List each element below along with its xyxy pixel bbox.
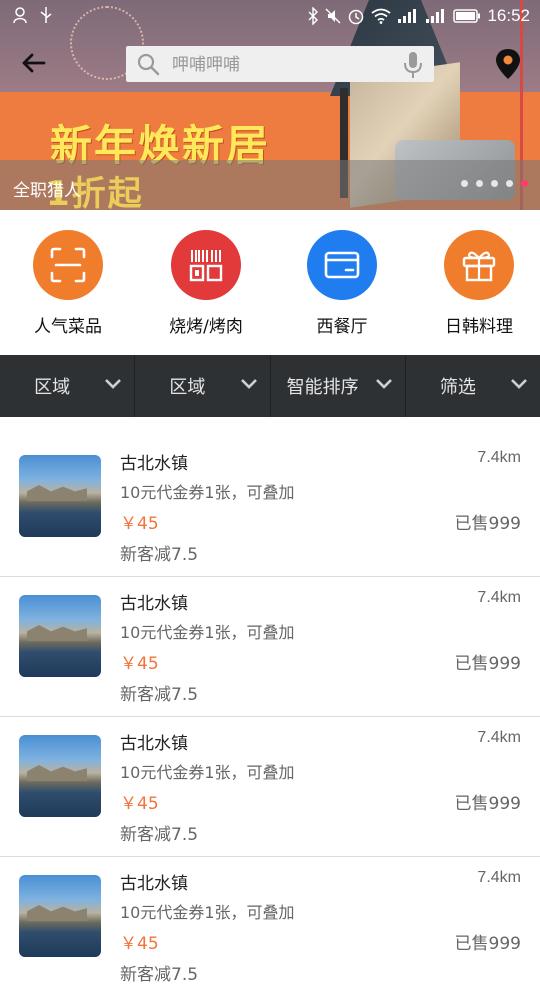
- status-bar: 16:52: [0, 0, 540, 32]
- item-price: ￥45: [120, 934, 159, 954]
- banner-dot[interactable]: [476, 180, 483, 187]
- battery-icon: [453, 9, 481, 23]
- item-distance: 7.4km: [477, 589, 521, 606]
- filter-label: 区域: [34, 377, 71, 398]
- back-arrow-icon[interactable]: [18, 48, 50, 78]
- filter-area-1[interactable]: 区域: [0, 355, 136, 417]
- barcode-icon: [171, 230, 241, 300]
- category-grid: 人气菜品 烧烤/烤肉 西餐厅 日韩料理: [0, 210, 540, 355]
- item-title: 古北水镇: [120, 734, 188, 754]
- banner-caption: 全职猎人: [13, 181, 81, 201]
- microphone-icon[interactable]: [402, 51, 424, 79]
- search-bar[interactable]: [126, 46, 434, 82]
- banner-dot[interactable]: [461, 180, 468, 187]
- search-icon: [137, 53, 160, 76]
- category-label: 日韩料理: [445, 317, 513, 337]
- item-distance: 7.4km: [477, 869, 521, 886]
- signal-icon-2: [426, 9, 445, 23]
- banner-dot[interactable]: [506, 180, 513, 187]
- list-item[interactable]: 古北水镇 10元代金券1张，可叠加 ￥45 新客减7.5 7.4km 已售999: [0, 437, 540, 577]
- item-title: 古北水镇: [120, 594, 188, 614]
- item-new-customer-discount: 新客减7.5: [120, 825, 199, 845]
- item-sold-count: 已售999: [454, 514, 521, 534]
- item-sold-count: 已售999: [454, 794, 521, 814]
- item-price: ￥45: [120, 654, 159, 674]
- category-label: 烧烤/烤肉: [169, 317, 243, 337]
- item-sold-count: 已售999: [454, 654, 521, 674]
- item-price: ￥45: [120, 794, 159, 814]
- filter-label: 区域: [169, 377, 206, 398]
- filter-filter[interactable]: 筛选: [406, 355, 540, 417]
- item-description: 10元代金券1张，可叠加: [120, 903, 295, 922]
- filter-label: 筛选: [439, 377, 476, 398]
- item-title: 古北水镇: [120, 454, 188, 474]
- category-bbq[interactable]: 烧烤/烤肉: [146, 230, 266, 337]
- card-icon: [307, 230, 377, 300]
- list-item[interactable]: 古北水镇 10元代金券1张，可叠加 ￥45 新客减7.5 7.4km 已售999: [0, 857, 540, 996]
- filter-label: 智能排序: [286, 377, 359, 398]
- item-description: 10元代金券1张，可叠加: [120, 763, 295, 782]
- filter-area-2[interactable]: 区域: [135, 355, 271, 417]
- filter-bar: 区域 区域 智能排序 筛选: [0, 355, 540, 417]
- item-distance: 7.4km: [477, 449, 521, 466]
- location-pin-icon[interactable]: [494, 48, 522, 80]
- item-new-customer-discount: 新客减7.5: [120, 685, 199, 705]
- bluetooth-icon: [308, 7, 319, 25]
- category-western[interactable]: 西餐厅: [282, 230, 402, 337]
- chevron-down-icon: [105, 379, 122, 389]
- filter-smart-sort[interactable]: 智能排序: [271, 355, 406, 417]
- deal-list: 古北水镇 10元代金券1张，可叠加 ￥45 新客减7.5 7.4km 已售999…: [0, 437, 540, 996]
- contact-notification-icon: [13, 7, 27, 24]
- signal-icon: [398, 9, 417, 23]
- chevron-down-icon: [240, 379, 257, 389]
- item-new-customer-discount: 新客减7.5: [120, 965, 199, 985]
- item-thumbnail: [19, 735, 101, 817]
- item-description: 10元代金券1张，可叠加: [120, 623, 295, 642]
- mute-icon: [325, 8, 341, 24]
- list-item[interactable]: 古北水镇 10元代金券1张，可叠加 ￥45 新客减7.5 7.4km 已售999: [0, 717, 540, 857]
- wifi-icon: [371, 8, 392, 24]
- scan-icon: [33, 230, 103, 300]
- status-time: 16:52: [487, 6, 530, 25]
- banner-dot[interactable]: [491, 180, 498, 187]
- item-thumbnail: [19, 875, 101, 957]
- list-item[interactable]: 古北水镇 10元代金券1张，可叠加 ￥45 新客减7.5 7.4km 已售999: [0, 577, 540, 717]
- category-popular-dishes[interactable]: 人气菜品: [8, 230, 128, 337]
- alarm-icon: [349, 9, 364, 25]
- category-label: 西餐厅: [316, 317, 368, 337]
- chevron-down-icon: [511, 379, 527, 389]
- category-label: 人气菜品: [34, 317, 102, 337]
- item-thumbnail: [19, 595, 101, 677]
- gift-icon: [444, 230, 514, 300]
- item-sold-count: 已售999: [454, 934, 521, 954]
- item-description: 10元代金券1张，可叠加: [120, 483, 295, 502]
- category-jp-kr[interactable]: 日韩料理: [419, 230, 539, 337]
- banner-dot-active[interactable]: [521, 180, 528, 187]
- chevron-down-icon: [375, 379, 392, 389]
- item-price: ￥45: [120, 514, 159, 534]
- usb-icon: [40, 7, 52, 23]
- banner-pagination[interactable]: [461, 180, 528, 187]
- item-title: 古北水镇: [120, 874, 188, 894]
- item-new-customer-discount: 新客减7.5: [120, 545, 199, 565]
- item-distance: 7.4km: [477, 729, 521, 746]
- item-thumbnail: [19, 455, 101, 537]
- search-input[interactable]: [170, 50, 394, 80]
